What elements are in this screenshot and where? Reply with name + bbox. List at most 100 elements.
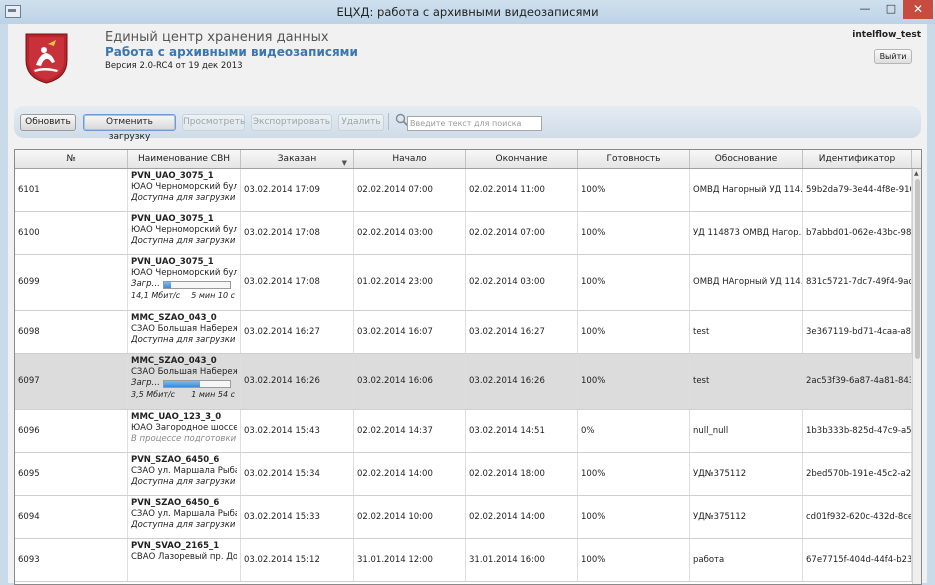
column-header-identifier[interactable]: Идентификатор [803, 150, 912, 168]
cell-identifier: 59b2da79-3e44-4f8e-910… [803, 169, 912, 211]
cell-start: 02.02.2014 07:00 [354, 169, 466, 211]
maximize-icon[interactable]: □ [878, 0, 904, 19]
cell-identifier: 831c5721-7dc7-49f4-9ac8… [803, 255, 912, 310]
camera-name: PVN_SZAO_6450_6 [131, 498, 220, 508]
cell-identifier: 3e367119-bd71-4caa-a80… [803, 311, 912, 353]
vertical-scrollbar[interactable]: ▲ [912, 169, 921, 584]
delete-button[interactable]: Удалить [338, 114, 384, 131]
cell-end-value: 03.02.2014 16:27 [469, 326, 545, 337]
refresh-button[interactable]: Обновить [20, 114, 76, 131]
table-row[interactable]: 6095 PVN_SZAO_6450_6 СЗАО ул. Маршала Рыба… [15, 453, 912, 496]
table-header: № Наименование СВН Заказан ▼ Начало Окон… [15, 150, 921, 169]
cell-ordered: 03.02.2014 16:26 [241, 354, 354, 409]
cell-end: 03.02.2014 14:51 [466, 410, 578, 452]
minimize-icon[interactable]: — [852, 0, 878, 19]
export-button[interactable]: Экспортировать [251, 114, 332, 131]
scrollbar-thumb[interactable] [915, 179, 920, 359]
camera-name: MMC_SZAO_043_0 [131, 356, 217, 366]
cell-camera: PVN_UAO_3075_1 ЮАО Черноморский бул… Загр…… [128, 255, 241, 310]
table-row[interactable]: 6099 PVN_UAO_3075_1 ЮАО Черноморский бул… З… [15, 255, 912, 311]
logout-button[interactable]: Выйти [874, 49, 912, 64]
cell-camera: PVN_UAO_3075_1 ЮАО Черноморский бул… Досту… [128, 169, 241, 211]
cell-readiness-value: 100% [581, 376, 606, 386]
cell-number: 6099 [15, 255, 128, 310]
cell-start: 02.02.2014 03:00 [354, 212, 466, 254]
cell-reason-value: ОМВД НАгорный УД 114… [693, 277, 803, 287]
cell-ordered-value: 03.02.2014 17:08 [244, 227, 320, 238]
cell-reason-value: test [693, 376, 710, 386]
header-page-title: Работа с архивными видеозаписями [105, 45, 358, 59]
table-row[interactable]: 6094 PVN_SZAO_6450_6 СЗАО ул. Маршала Рыба… [15, 496, 912, 539]
cell-number: 6094 [15, 496, 128, 538]
cell-ordered-value: 03.02.2014 17:09 [244, 184, 320, 195]
record-number: 6098 [18, 326, 40, 337]
column-header-readiness[interactable]: Готовность [578, 150, 690, 168]
cell-end: 31.01.2014 16:00 [466, 539, 578, 581]
cell-start-value: 02.02.2014 14:37 [357, 425, 433, 436]
column-header-camera-name[interactable]: Наименование СВН [128, 150, 241, 168]
cell-readiness: 100% [578, 453, 690, 495]
cell-readiness-value: 100% [581, 184, 606, 195]
record-number: 6100 [18, 227, 40, 238]
cell-start-value: 01.02.2014 23:00 [357, 277, 433, 287]
cell-end: 03.02.2014 16:27 [466, 311, 578, 353]
cell-readiness-value: 100% [581, 554, 606, 565]
cell-readiness: 100% [578, 311, 690, 353]
table-row[interactable]: 6093 PVN_SVAO_2165_1 СВАО Лазоревый пр. До… [15, 539, 912, 582]
cell-readiness: 100% [578, 539, 690, 581]
cell-ordered-value: 03.02.2014 15:33 [244, 511, 320, 522]
progress-bar [163, 280, 232, 289]
table-row[interactable]: 6101 PVN_UAO_3075_1 ЮАО Черноморский бул… Д… [15, 169, 912, 212]
download-speed: 14,1 Мбит/с [131, 291, 181, 300]
cell-end-value: 02.02.2014 14:00 [469, 511, 545, 522]
cell-ordered: 03.02.2014 15:34 [241, 453, 354, 495]
cell-start-value: 02.02.2014 14:00 [357, 468, 433, 479]
download-status-label: Загр… [131, 378, 161, 388]
cell-end-value: 03.02.2014 16:26 [469, 376, 545, 386]
column-header-start[interactable]: Начало [354, 150, 466, 168]
cell-reason: работа [690, 539, 803, 581]
cell-camera: MMC_SZAO_043_0 СЗАО Большая Набереж… Загр…… [128, 354, 241, 409]
column-header-end[interactable]: Окончание [466, 150, 578, 168]
download-eta: 5 мин 10 с [191, 291, 235, 300]
camera-address: СЗАО Большая Набереж… [131, 367, 237, 377]
column-header-number[interactable]: № [15, 150, 128, 168]
cell-reason: УД№375112 [690, 453, 803, 495]
cell-start: 03.02.2014 16:06 [354, 354, 466, 409]
download-eta: 1 мин 54 с [191, 390, 235, 399]
download-progress: Загр… [131, 378, 237, 389]
cell-start-value: 02.02.2014 10:00 [357, 511, 433, 522]
column-header-reason[interactable]: Обоснование [690, 150, 803, 168]
camera-name: PVN_UAO_3075_1 [131, 257, 214, 267]
view-button[interactable]: Просмотреть [182, 114, 245, 131]
cell-end-value: 03.02.2014 14:51 [469, 425, 545, 436]
table-row[interactable]: 6100 PVN_UAO_3075_1 ЮАО Черноморский бул… Д… [15, 212, 912, 255]
cell-start-value: 03.02.2014 16:06 [357, 376, 433, 386]
camera-name: MMC_SZAO_043_0 [131, 313, 217, 323]
search-input[interactable] [407, 116, 542, 131]
cell-readiness-value: 100% [581, 468, 606, 479]
scroll-up-icon[interactable]: ▲ [914, 170, 919, 177]
cancel-download-button[interactable]: Отменить загрузку [83, 114, 176, 142]
column-header-ordered[interactable]: Заказан ▼ [241, 150, 354, 168]
cell-ordered: 03.02.2014 15:33 [241, 496, 354, 538]
table-row[interactable]: 6096 MMC_UAO_123_3_0 ЮАО Загородное шоссе … [15, 410, 912, 453]
close-icon[interactable]: ✕ [903, 0, 933, 19]
cell-start: 03.02.2014 16:07 [354, 311, 466, 353]
table-row[interactable]: 6097 MMC_SZAO_043_0 СЗАО Большая Набереж… З… [15, 354, 912, 410]
cell-identifier: 1b3b333b-825d-47c9-a59… [803, 410, 912, 452]
cell-ordered: 03.02.2014 17:08 [241, 212, 354, 254]
download-status-label: Загр… [131, 279, 161, 289]
download-progress: Загр… [131, 279, 237, 290]
cell-start: 31.01.2014 12:00 [354, 539, 466, 581]
record-status: В процессе подготовки [131, 434, 237, 444]
cell-end-value: 02.02.2014 18:00 [469, 468, 545, 479]
camera-name: MMC_UAO_123_3_0 [131, 412, 222, 422]
record-status: Доступна для загрузки [131, 520, 236, 530]
cell-readiness: 0% [578, 410, 690, 452]
camera-name: PVN_UAO_3075_1 [131, 214, 214, 224]
table-row[interactable]: 6098 MMC_SZAO_043_0 СЗАО Большая Набереж… Д… [15, 311, 912, 354]
window-titlebar: ЕЦХД: работа с архивными видеозаписями —… [0, 0, 935, 24]
cell-reason: test [690, 354, 803, 409]
camera-address: ЮАО Черноморский бул… [131, 182, 237, 192]
